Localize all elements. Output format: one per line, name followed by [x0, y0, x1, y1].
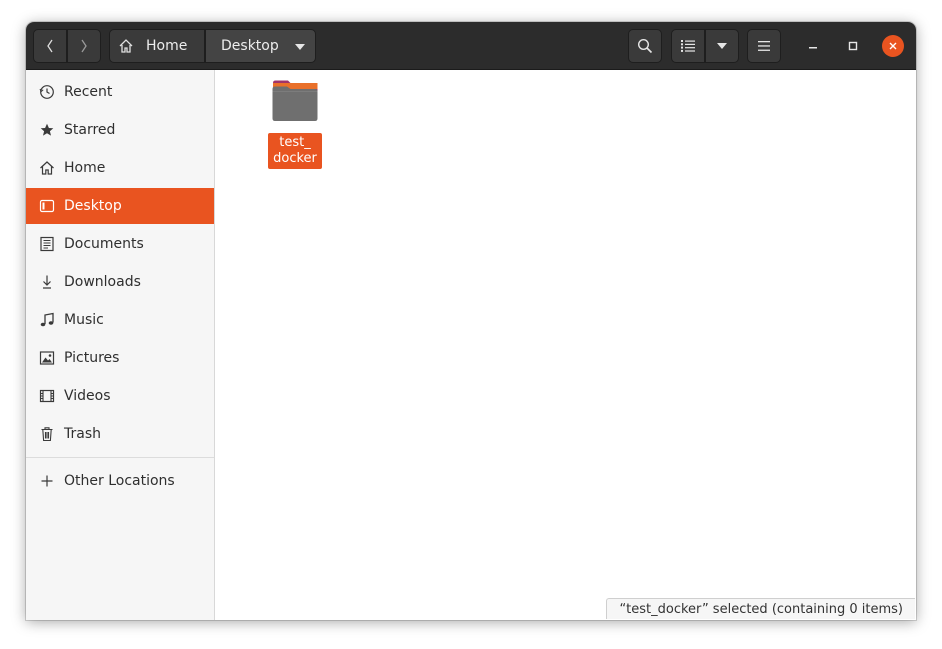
sidebar-item-label: Starred [64, 122, 116, 138]
status-bar: “test_docker” selected (containing 0 ite… [606, 598, 915, 619]
caret-down-icon [717, 43, 727, 49]
sidebar-item-label: Pictures [64, 350, 120, 366]
search-button[interactable] [628, 29, 662, 63]
header-bar: Home Desktop [26, 22, 916, 70]
file-name-label: test_ docker [268, 133, 322, 169]
maximize-icon [848, 41, 858, 51]
breadcrumb-current-label: Desktop [221, 38, 279, 54]
sidebar-item-label: Other Locations [64, 473, 175, 489]
sidebar-item-home[interactable]: Home [26, 150, 214, 186]
sidebar-item-other-locations[interactable]: Other Locations [26, 463, 214, 499]
home-icon [119, 39, 133, 53]
clock-icon [39, 84, 55, 100]
download-icon [39, 274, 55, 290]
sidebar-item-pictures[interactable]: Pictures [26, 340, 214, 376]
sidebar-item-label: Documents [64, 236, 144, 252]
sidebar-item-music[interactable]: Music [26, 302, 214, 338]
maximize-button[interactable] [842, 35, 864, 57]
sidebar-item-downloads[interactable]: Downloads [26, 264, 214, 300]
home-icon [39, 160, 55, 176]
picture-icon [39, 350, 55, 366]
hamburger-menu-icon [758, 41, 770, 51]
sidebar-item-recent[interactable]: Recent [26, 74, 214, 110]
sidebar-item-documents[interactable]: Documents [26, 226, 214, 262]
back-button[interactable] [33, 29, 67, 63]
file-manager-window: Home Desktop Recent Starred Home Desktop… [26, 22, 916, 620]
plus-icon [39, 473, 55, 489]
places-sidebar: Recent Starred Home Desktop Documents Do… [26, 70, 215, 620]
sidebar-item-label: Desktop [64, 198, 122, 214]
sidebar-item-desktop[interactable]: Desktop [26, 188, 214, 224]
breadcrumb-home[interactable]: Home [109, 29, 205, 63]
breadcrumb-desktop[interactable]: Desktop [205, 29, 316, 63]
file-name-line-1: test_ [279, 135, 311, 150]
file-view[interactable]: test_ docker “test_docker” selected (con… [215, 70, 916, 620]
sidebar-item-label: Videos [64, 388, 111, 404]
minimize-icon [809, 47, 817, 49]
trash-icon [39, 426, 55, 442]
close-icon [889, 42, 897, 50]
file-name-line-2: docker [273, 151, 317, 166]
video-icon [39, 388, 55, 404]
sidebar-item-label: Home [64, 160, 106, 176]
sidebar-item-videos[interactable]: Videos [26, 378, 214, 414]
desktop-icon [39, 198, 55, 214]
sidebar-item-label: Trash [64, 426, 101, 442]
chevron-right-icon [81, 39, 87, 53]
main-menu-button[interactable] [747, 29, 781, 63]
view-options-button[interactable] [705, 29, 739, 63]
minimize-button[interactable] [802, 35, 824, 57]
forward-button[interactable] [67, 29, 101, 63]
music-icon [39, 312, 55, 328]
sidebar-separator [26, 457, 214, 458]
folder-icon [272, 80, 318, 121]
star-icon [39, 122, 55, 138]
chevron-left-icon [47, 39, 53, 53]
search-icon [637, 38, 653, 54]
sidebar-item-starred[interactable]: Starred [26, 112, 214, 148]
list-view-icon [681, 40, 695, 52]
breadcrumb-home-label: Home [146, 38, 188, 54]
document-icon [39, 236, 55, 252]
caret-down-icon [295, 44, 305, 50]
sidebar-item-trash[interactable]: Trash [26, 416, 214, 452]
view-toggle-button[interactable] [671, 29, 705, 63]
close-button[interactable] [882, 35, 904, 57]
sidebar-item-label: Music [64, 312, 104, 328]
sidebar-item-label: Downloads [64, 274, 141, 290]
sidebar-item-label: Recent [64, 84, 113, 100]
folder-item-test-docker[interactable]: test_ docker [268, 79, 322, 169]
